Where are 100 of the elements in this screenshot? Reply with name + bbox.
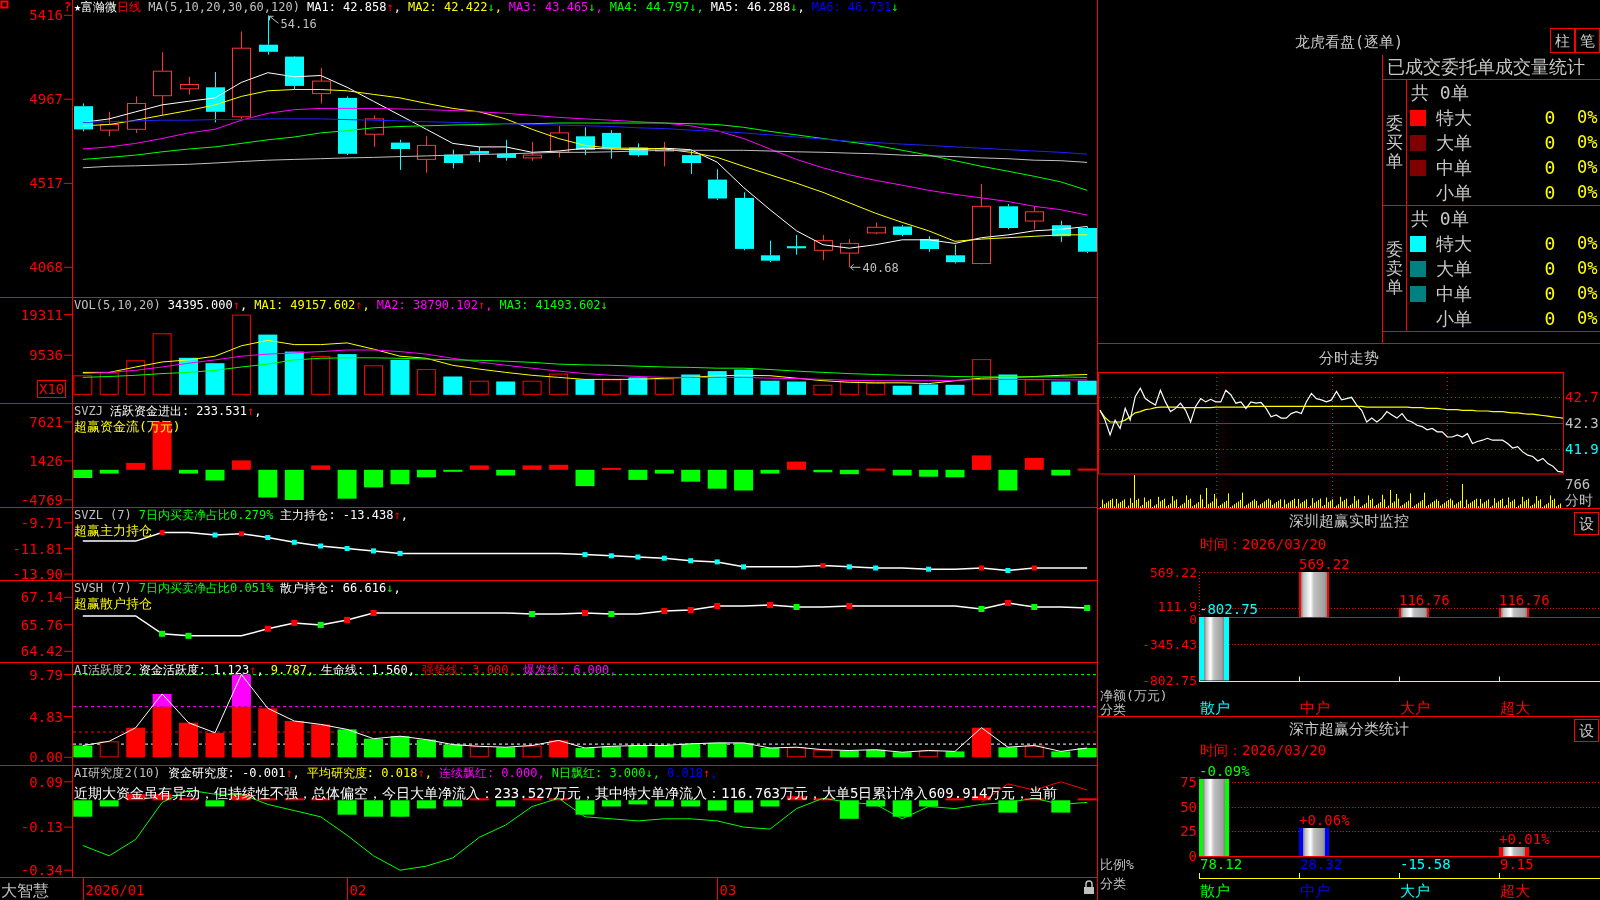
- axis-title: 比例%: [1100, 857, 1134, 872]
- volume-axis-label: 766: [1565, 476, 1591, 492]
- value-label: 116.76: [1399, 591, 1450, 608]
- legend-label: MA4: 44.797↓,: [609, 0, 704, 15]
- category-label: 中户: [1300, 882, 1330, 900]
- axis-label: 7621: [29, 413, 63, 430]
- axis-label: 0: [1188, 848, 1197, 864]
- axis-label: -9.71: [20, 514, 63, 531]
- legend-label: 资金研究度: -0.001↑,: [167, 766, 300, 781]
- axis-label: -13.90: [12, 566, 63, 580]
- unit-label: X10: [37, 380, 67, 398]
- axis-label: 0.09: [29, 773, 63, 790]
- legend-label: AI研究度2(10): [74, 766, 161, 781]
- legend-label: SVSH (7): [74, 581, 132, 596]
- row-label: 大单: [1436, 257, 1473, 281]
- legend-label: VOL(5,10,20): [74, 298, 161, 313]
- indicator-title: 超赢散户持仓: [74, 596, 152, 611]
- axis-label: 1426: [29, 452, 63, 469]
- value-label: 569.22: [1299, 556, 1350, 572]
- legend-label: MA3: 41493.602↓: [499, 298, 608, 313]
- order-total: 共 0单: [1410, 81, 1470, 105]
- legend-label: MA5: 46.288↓,: [710, 0, 805, 15]
- axis-label: -802.75: [1142, 673, 1197, 688]
- axis-label: 25: [1180, 823, 1197, 840]
- price-axis-label: 41.9: [1565, 441, 1599, 458]
- change-label: +0.01%: [1499, 831, 1550, 847]
- axis-label: -0.13: [20, 819, 63, 836]
- axis-label: -4769: [20, 491, 63, 507]
- axis-label: -11.81: [12, 540, 63, 557]
- unit-label: 分时: [1565, 492, 1593, 508]
- time-label: 时间：2026/03/20: [1200, 742, 1327, 758]
- time-label: 时间：2026/03/20: [1200, 536, 1327, 552]
- legend-label: MA3: 43.465↓,: [508, 0, 603, 15]
- axis-label: 9536: [29, 347, 63, 364]
- legend-label: SVZL (7): [74, 508, 132, 523]
- legend-label: 爆发线: 6.000,: [522, 663, 617, 678]
- axis-label: 0: [1189, 611, 1197, 627]
- legend-label: MA(5,10,20,30,60,120): [148, 0, 300, 15]
- count-value: 0: [1543, 106, 1557, 130]
- legend-label: MA6: 46.731↓: [811, 0, 899, 15]
- percent-value: 0%: [1577, 155, 1599, 179]
- axis-label: 4517: [29, 175, 63, 192]
- axis-label: 50: [1180, 798, 1197, 815]
- order-total: 共 0单: [1410, 207, 1470, 231]
- axis-label: 4068: [29, 259, 63, 276]
- brand-label: 大智慧: [1, 881, 49, 900]
- axis-label: 4.83: [29, 708, 63, 725]
- row-label: 特大: [1436, 232, 1473, 256]
- count-value: 0: [1543, 257, 1557, 281]
- value-label: 78.12: [1200, 856, 1243, 872]
- legend-label: MA2: 38790.102↑,: [376, 298, 493, 313]
- date-label: 2026/01: [85, 882, 145, 898]
- percent-value: 0%: [1577, 180, 1599, 204]
- axis-label: 67.14: [20, 589, 63, 606]
- category-label: 大户: [1400, 699, 1430, 716]
- count-value: 0: [1543, 156, 1557, 180]
- help-mark: ?: [64, 0, 72, 14]
- axis-title: 分类: [1100, 701, 1126, 716]
- count-value: 0: [1543, 232, 1557, 256]
- row-label: 大单: [1436, 131, 1473, 155]
- price-axis-label: 42.3: [1565, 415, 1599, 432]
- axis-label: 569.22: [1150, 564, 1197, 580]
- row-label: 小单: [1436, 181, 1473, 205]
- legend-label: 资金活跃度: 1.123↑,: [138, 663, 264, 678]
- legend-label: 7日内买卖净占比0.279%: [138, 508, 274, 523]
- count-value: 0: [1543, 131, 1557, 155]
- section-label: 委买单: [1386, 114, 1403, 171]
- percent-value: 0%: [1577, 105, 1599, 129]
- value-label: -15.58: [1400, 856, 1451, 872]
- indicator-title: 超赢主力持仓: [74, 523, 152, 538]
- legend-label: MA1: 42.858↑,: [306, 0, 401, 15]
- change-label: +0.06%: [1299, 812, 1350, 828]
- row-label: 特大: [1436, 106, 1473, 130]
- axis-label: -0.34: [20, 862, 63, 877]
- panel-title: 龙虎看盘(逐单): [1293, 32, 1405, 53]
- percent-value: 0%: [1577, 130, 1599, 154]
- legend-label: 7日内买卖净占比0.051%: [138, 581, 274, 596]
- axis-title: 分类: [1100, 876, 1126, 891]
- axis-label: 0.00: [29, 749, 63, 765]
- section-label: 委卖单: [1386, 240, 1403, 297]
- stock-name: ★富瀚微: [74, 0, 118, 15]
- category-label: 大户: [1400, 882, 1430, 900]
- price-annotation: 40.68: [862, 261, 899, 276]
- axis-label: 111.9: [1157, 598, 1197, 614]
- row-label: 中单: [1436, 156, 1473, 180]
- count-value: 0: [1543, 307, 1557, 331]
- legend-label: 9.787,: [270, 663, 315, 678]
- axis-label: 9.79: [29, 666, 63, 683]
- percent-value: 0%: [1577, 256, 1599, 280]
- legend-label: 连续飘红: 0.000,: [438, 766, 545, 781]
- panel-title: 深圳超赢实时监控: [1288, 511, 1410, 532]
- percent-value: 0%: [1577, 281, 1599, 305]
- panel-title: 深市超赢分类统计: [1288, 719, 1410, 740]
- row-label: 小单: [1436, 307, 1473, 331]
- legend-label: MA2: 42.422↓,: [407, 0, 502, 15]
- value-label: 9.15: [1500, 856, 1534, 872]
- category-label: 中户: [1300, 699, 1330, 716]
- legend-label: N日飘红: 3.000↓,: [551, 766, 660, 781]
- axis-label: 19311: [20, 306, 63, 323]
- legend-label: 生命线: 1.560,: [321, 663, 415, 678]
